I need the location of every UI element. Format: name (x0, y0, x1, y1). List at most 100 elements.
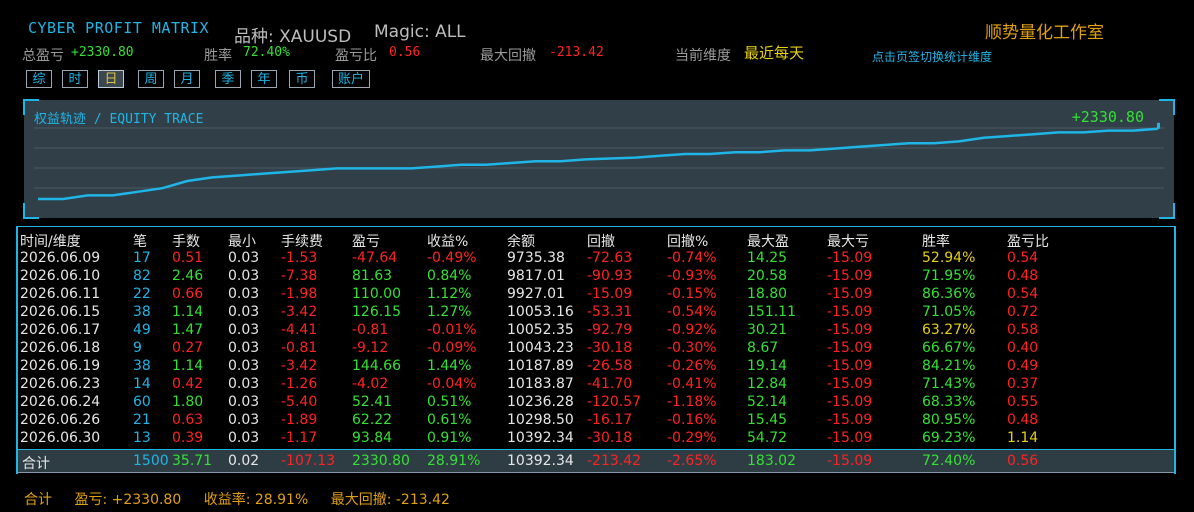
column-header: 手数 (172, 234, 200, 250)
table-cell: -15.09 (827, 268, 873, 284)
table-cell: -9.12 (352, 340, 389, 356)
table-cell: -4.41 (281, 322, 318, 338)
column-header: 回撤% (667, 234, 709, 250)
table-cell: 0.03 (228, 376, 260, 392)
dimension-label: 当前维度 (675, 48, 731, 64)
equity-endpoint (1157, 122, 1160, 129)
table-cell: 2026.06.10 (20, 268, 101, 284)
table-cell: 19.14 (747, 358, 788, 374)
table-cell: 71.95% (922, 268, 976, 284)
magic-label: Magic: ALL (374, 22, 466, 42)
tab-3[interactable]: 周 (138, 70, 164, 88)
table-cell: 63.27% (922, 322, 976, 338)
pl-ratio-label: 盈亏比 (335, 48, 377, 64)
table-cell: -15.09 (827, 322, 873, 338)
table-cell: -92.79 (587, 322, 633, 338)
total-cell: -107.13 (281, 453, 336, 469)
total-profit-value: +2330.80 (71, 45, 134, 60)
table-cell: 1.27% (427, 304, 472, 320)
table-cell: 0.03 (228, 340, 260, 356)
pl-ratio-value: 0.56 (389, 45, 421, 60)
table-cell: 0.49 (1007, 358, 1039, 374)
tab-0[interactable]: 综 (26, 70, 52, 88)
table-cell: -1.26 (281, 376, 318, 392)
table-cell: -30.18 (587, 340, 633, 356)
table-cell: 0.84% (427, 268, 472, 284)
column-header: 笔 (133, 234, 147, 250)
table-cell: 13 (133, 430, 151, 446)
table-cell: -26.58 (587, 358, 633, 374)
table-cell: -120.57 (587, 394, 642, 410)
table-cell: 9 (133, 340, 142, 356)
table-cell: 10236.28 (507, 394, 574, 410)
table-cell: -15.09 (827, 286, 873, 302)
total-cell: 183.02 (747, 453, 796, 469)
table-cell: 0.54 (1007, 286, 1039, 302)
table-cell: 151.11 (747, 304, 796, 320)
tab-2[interactable]: 日 (98, 70, 124, 88)
table-cell: 2.46 (172, 268, 204, 284)
table-cell: -47.64 (352, 250, 398, 266)
table-cell: 126.15 (352, 304, 401, 320)
table-cell: -15.09 (827, 340, 873, 356)
table-cell: 17 (133, 250, 151, 266)
table-cell: 0.54 (1007, 250, 1039, 266)
table-cell: -4.02 (352, 376, 389, 392)
table-cell: 1.14 (172, 304, 204, 320)
table-cell: 2026.06.26 (20, 412, 101, 428)
table-cell: 0.72 (1007, 304, 1039, 320)
table-cell: 0.27 (172, 340, 204, 356)
footer-return-rate: 收益率: 28.91% (203, 492, 309, 508)
table-cell: 0.51% (427, 394, 472, 410)
table-cell: 84.21% (922, 358, 976, 374)
table-cell: 52.94% (922, 250, 976, 266)
table-cell: 1.12% (427, 286, 472, 302)
table-cell: 22 (133, 286, 151, 302)
total-cell: 10392.34 (507, 453, 574, 469)
table-cell: -0.49% (427, 250, 477, 266)
table-cell: 18.80 (747, 286, 788, 302)
max-drawdown-label: 最大回撤 (480, 48, 536, 64)
column-header: 盈亏比 (1007, 234, 1049, 250)
table-cell: 0.61% (427, 412, 472, 428)
tab-8[interactable]: 账户 (332, 70, 370, 88)
table-cell: 30.21 (747, 322, 788, 338)
table-cell: 62.22 (352, 412, 393, 428)
table-cell: 0.03 (228, 412, 260, 428)
column-header: 胜率 (922, 234, 950, 250)
total-profit-label: 总盈亏 (22, 48, 64, 64)
table-cell: 110.00 (352, 286, 401, 302)
table-cell: -0.93% (667, 268, 717, 284)
table-cell: -53.31 (587, 304, 633, 320)
table-cell: 80.95% (922, 412, 976, 428)
table-cell: -7.38 (281, 268, 318, 284)
table-cell: 2026.06.17 (20, 322, 101, 338)
table-cell: -72.63 (587, 250, 633, 266)
table-cell: 10187.89 (507, 358, 574, 374)
table-cell: 2026.06.11 (20, 286, 101, 302)
tab-7[interactable]: 币 (289, 70, 315, 88)
table-cell: -15.09 (827, 304, 873, 320)
table-cell: 8.67 (747, 340, 779, 356)
table-cell: 69.23% (922, 430, 976, 446)
column-header: 余额 (507, 234, 535, 250)
table-cell: 2026.06.15 (20, 304, 101, 320)
table-cell: 0.37 (1007, 376, 1039, 392)
max-drawdown-value: -213.42 (549, 45, 604, 60)
table-cell: -0.29% (667, 430, 717, 446)
tab-4[interactable]: 月 (174, 70, 200, 88)
tab-1[interactable]: 时 (62, 70, 88, 88)
table-cell: 38 (133, 358, 151, 374)
table-cell: 10183.87 (507, 376, 574, 392)
table-cell: 15.45 (747, 412, 788, 428)
table-cell: -41.70 (587, 376, 633, 392)
table-cell: 14.25 (747, 250, 788, 266)
table-cell: -15.09 (827, 250, 873, 266)
table-cell: -0.41% (667, 376, 717, 392)
table-cell: 2026.06.23 (20, 376, 101, 392)
total-cell: 合计 (22, 456, 50, 472)
table-cell: 20.58 (747, 268, 788, 284)
tab-5[interactable]: 季 (215, 70, 241, 88)
tab-6[interactable]: 年 (251, 70, 277, 88)
table-cell: 1.14 (1007, 430, 1039, 446)
